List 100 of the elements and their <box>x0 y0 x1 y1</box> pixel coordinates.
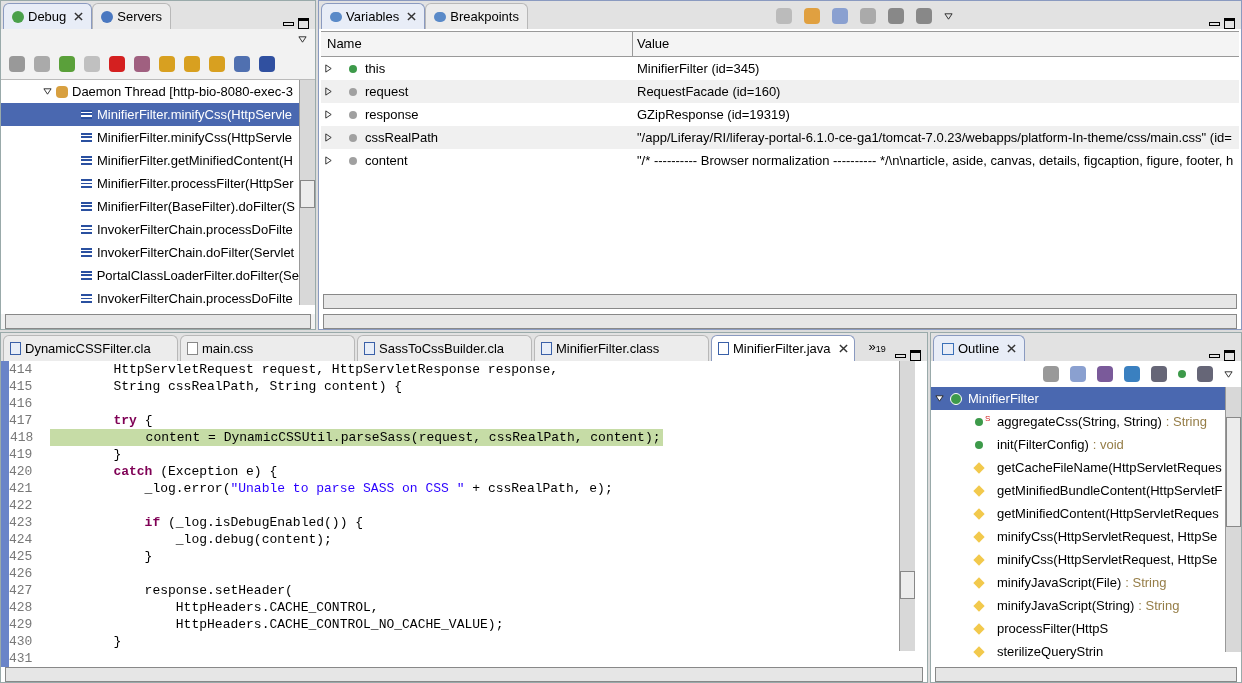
stack-frame-icon <box>81 179 92 188</box>
variable-name: request <box>365 82 409 101</box>
editor-tab[interactable]: SassToCssBuilder.cla <box>357 335 532 361</box>
file-icon <box>187 342 198 355</box>
code-line: } <box>143 548 154 565</box>
view-tab[interactable]: Breakpoints <box>425 3 528 29</box>
stop-icon[interactable] <box>109 56 125 72</box>
more-tabs-button[interactable]: »19 <box>856 337 886 361</box>
expand-icon[interactable] <box>324 110 333 119</box>
variable-name: response <box>365 105 419 124</box>
thread-label[interactable]: Daemon Thread [http-bio-8080-exec-3 <box>72 81 293 102</box>
expand-icon[interactable] <box>324 156 333 165</box>
stack-frame[interactable]: MinifierFilter.processFilter(HttpSer <box>1 172 299 195</box>
line-number: 417 <box>9 412 34 429</box>
line-number: 414 <box>9 361 34 378</box>
line-number: 429 <box>9 616 34 633</box>
vertical-scrollbar[interactable] <box>1225 387 1241 652</box>
editor-tab[interactable]: DynamicCSSFilter.cla <box>3 335 178 361</box>
stack-frame-icon <box>81 133 92 142</box>
view-menu-icon[interactable] <box>1224 369 1233 379</box>
column-header[interactable]: Value <box>633 32 1239 56</box>
expand-icon[interactable] <box>324 87 333 96</box>
minimize-icon[interactable] <box>1209 353 1220 358</box>
code-line: HttpHeaders.CACHE_CONTROL, <box>174 599 380 616</box>
vertical-scrollbar[interactable] <box>899 361 915 651</box>
code-line: _log.error("Unable to parse SASS on CSS " + cssRealPath, e); <box>143 480 614 497</box>
variable-value: "/* ---------- Browser normalization ---------- */\n\narticle, aside, canvas, details, figcaption, figure, footer, h <box>636 151 1234 170</box>
stack-frame-icon <box>81 110 92 119</box>
stack-frame[interactable]: MinifierFilter.minifyCss(HttpServle <box>1 126 299 149</box>
line-number: 424 <box>9 531 34 548</box>
file-icon <box>541 342 552 355</box>
horizontal-scrollbar[interactable] <box>5 314 311 329</box>
minimize-icon[interactable] <box>895 353 906 358</box>
stack-frame[interactable]: InvokerFilterChain.processDoFilte <box>1 287 299 310</box>
outline-item[interactable]: processFilter(HttpS <box>931 617 1225 640</box>
view-tab[interactable]: Variables <box>321 3 426 29</box>
maximize-icon[interactable] <box>298 18 309 29</box>
stack-frame[interactable]: MinifierFilter.getMinifiedContent(H <box>1 149 299 172</box>
variable-name: content <box>365 151 408 170</box>
variable-value: RequestFacade (id=160) <box>636 82 781 101</box>
expand-icon[interactable] <box>324 64 333 73</box>
vertical-scrollbar[interactable] <box>299 80 315 305</box>
stack-frame-icon <box>81 156 92 165</box>
outline-item[interactable]: getMinifiedBundleContent(HttpServletF <box>931 479 1225 502</box>
line-number: 430 <box>9 633 34 650</box>
view-tab[interactable]: Debug <box>3 3 93 29</box>
line-number: 431 <box>9 650 34 667</box>
code-line: } <box>112 633 123 650</box>
outline-class-row[interactable]: MinifierFilter <box>931 387 1225 410</box>
editor-tab[interactable]: MinifierFilter.class <box>534 335 709 361</box>
tree-toggle-icon[interactable] <box>43 87 52 96</box>
code-line: try { <box>112 412 154 429</box>
stack-frame[interactable]: MinifierFilter.minifyCss(HttpServle <box>1 103 299 126</box>
line-number: 415 <box>9 378 34 395</box>
outline-item[interactable]: getCacheFileName(HttpServletReques <box>931 456 1225 479</box>
line-number: 427 <box>9 582 34 599</box>
editor-tab[interactable]: MinifierFilter.java <box>711 335 855 361</box>
outline-item[interactable]: getMinifiedContent(HttpServletReques <box>931 502 1225 525</box>
close-icon[interactable] <box>407 12 417 21</box>
view-menu-icon[interactable] <box>298 34 307 44</box>
code-line: _log.debug(content); <box>174 531 333 548</box>
view-tab[interactable]: Outline <box>933 335 1026 361</box>
outline-item[interactable]: init(FilterConfig) : void <box>931 433 1225 456</box>
stack-frame[interactable]: InvokerFilterChain.processDoFilte <box>1 218 299 241</box>
expand-icon[interactable] <box>324 133 333 142</box>
outline-item[interactable]: minifyJavaScript(String) : String <box>931 594 1225 617</box>
horizontal-scrollbar[interactable] <box>935 667 1237 682</box>
outline-item[interactable]: S aggregateCss(String, String) : String <box>931 410 1225 433</box>
code-line: } <box>112 446 123 463</box>
stack-frame-icon <box>81 202 92 211</box>
maximize-icon[interactable] <box>1224 350 1235 361</box>
code-line: if (_log.isDebugEnabled()) { <box>143 514 365 531</box>
minimize-icon[interactable] <box>1209 21 1220 26</box>
stack-frame[interactable]: MinifierFilter(BaseFilter).doFilter(S <box>1 195 299 218</box>
outline-item[interactable]: minifyJavaScript(File) : String <box>931 571 1225 594</box>
outline-item[interactable]: minifyCss(HttpServletRequest, HttpSe <box>931 525 1225 548</box>
stack-frame[interactable]: PortalClassLoaderFilter.doFilter(Se <box>1 264 299 287</box>
line-number: 418 <box>10 429 35 446</box>
minimize-icon[interactable] <box>283 21 294 26</box>
line-number: 421 <box>9 480 34 497</box>
line-number: 426 <box>9 565 34 582</box>
close-icon[interactable] <box>1007 344 1017 353</box>
column-header[interactable]: Name <box>321 32 633 56</box>
tree-toggle-icon[interactable] <box>935 394 944 403</box>
code-line: response.setHeader( <box>143 582 294 599</box>
code-line: HttpServletRequest request, HttpServletResponse response, <box>112 361 560 378</box>
class-icon <box>950 392 962 405</box>
horizontal-scrollbar[interactable] <box>5 667 923 682</box>
outline-item[interactable]: minifyCss(HttpServletRequest, HttpSe <box>931 548 1225 571</box>
outline-item[interactable]: sterilizeQueryStrin <box>931 640 1225 663</box>
editor-tab[interactable]: main.css <box>180 335 355 361</box>
stack-frame[interactable]: InvokerFilterChain.doFilter(Servlet <box>1 241 299 264</box>
close-icon[interactable] <box>838 344 848 353</box>
view-menu-icon[interactable] <box>943 11 953 21</box>
view-tab[interactable]: Servers <box>92 3 172 29</box>
horizontal-scrollbar[interactable] <box>323 294 1237 309</box>
file-icon <box>10 342 21 355</box>
close-icon[interactable] <box>74 12 84 21</box>
horizontal-scrollbar[interactable] <box>323 314 1237 329</box>
code-line: String cssRealPath, String content) { <box>112 378 404 395</box>
